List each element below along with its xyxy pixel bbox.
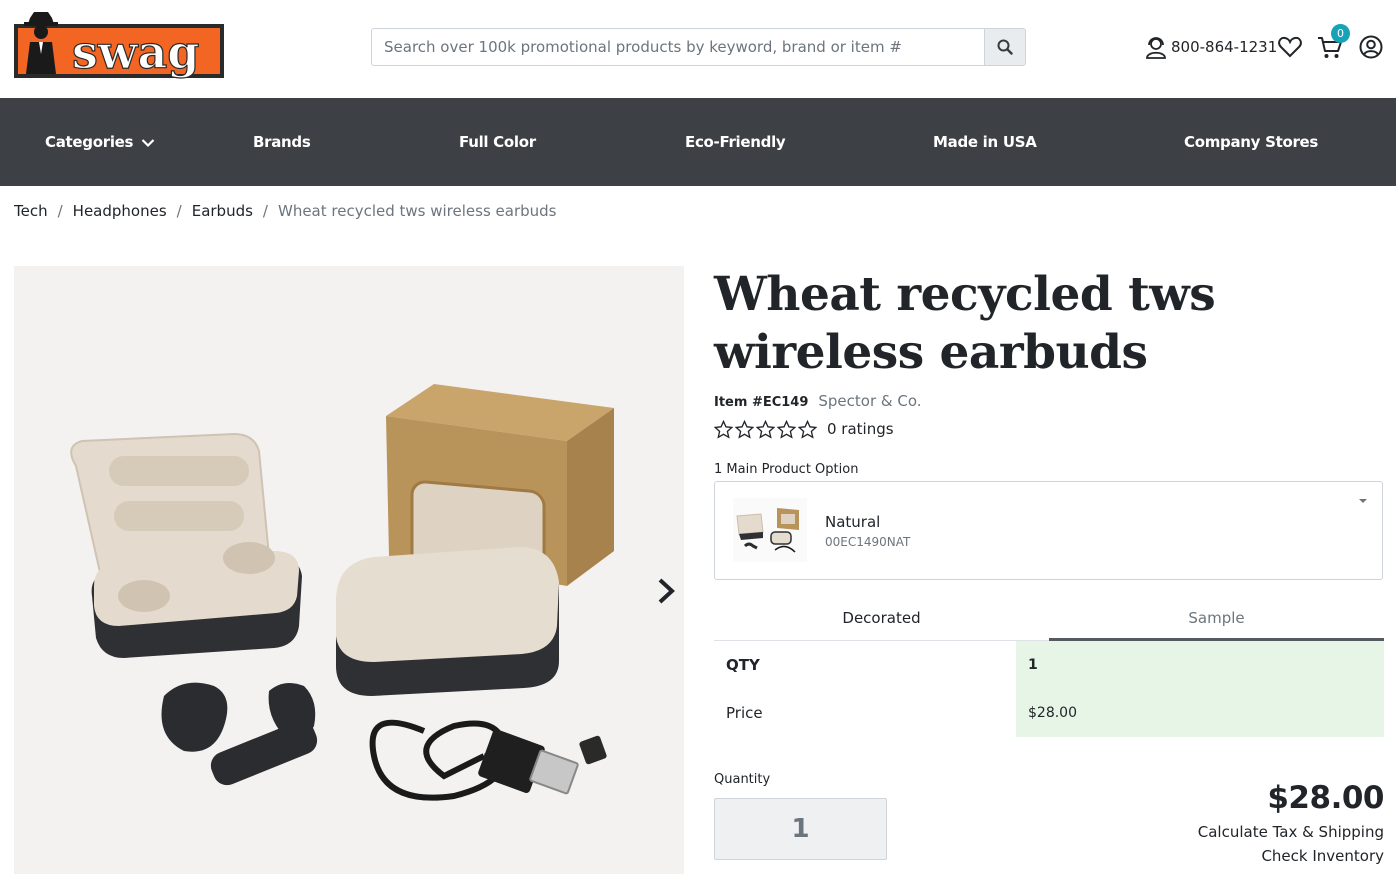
calculate-tax-shipping-link[interactable]: Calculate Tax & Shipping [1198, 823, 1384, 841]
chevron-right-icon[interactable] [654, 576, 678, 606]
breadcrumb-separator: / [262, 202, 268, 220]
breadcrumb-link-headphones[interactable]: Headphones [73, 202, 167, 220]
star-empty-icon [777, 419, 796, 439]
table-row: QTY 1 [714, 641, 1384, 689]
price-header: Price [726, 704, 763, 722]
main-nav: Categories Brands Full Color Eco-Friendl… [0, 98, 1396, 186]
product-image[interactable] [14, 266, 684, 874]
product-option-select[interactable]: Natural 00EC1490NAT [714, 481, 1383, 580]
item-number: Item #EC149 [714, 395, 809, 410]
ratings-count: 0 ratings [827, 420, 894, 438]
search-icon [997, 39, 1013, 55]
search-button[interactable] [984, 28, 1026, 66]
chevron-down-icon [141, 138, 155, 147]
star-empty-icon [714, 419, 733, 439]
option-thumbnail [733, 498, 807, 562]
nav-categories-label: Categories [45, 133, 134, 151]
swag-logo[interactable]: swag [14, 10, 224, 80]
nav-categories[interactable]: Categories [45, 98, 155, 186]
star-empty-icon [756, 419, 775, 439]
product-title-line-1: Wheat recycled tws [714, 267, 1216, 322]
tab-decorated[interactable]: Decorated [714, 598, 1049, 641]
nav-brands[interactable]: Brands [253, 98, 311, 186]
heart-icon[interactable] [1277, 34, 1303, 60]
nav-eco-friendly[interactable]: Eco-Friendly [685, 98, 786, 186]
breadcrumb-link-earbuds[interactable]: Earbuds [192, 202, 253, 220]
search-bar [371, 28, 1026, 66]
table-row: Price $28.00 [714, 689, 1384, 737]
brand-name[interactable]: Spector & Co. [818, 392, 921, 410]
phone-link[interactable]: 800-864-1231 [1145, 34, 1277, 60]
caret-down-icon [1359, 499, 1367, 503]
breadcrumb: Tech / Headphones / Earbuds / Wheat recy… [14, 200, 557, 222]
breadcrumb-link-tech[interactable]: Tech [14, 202, 48, 220]
quantity-label: Quantity [714, 772, 771, 787]
nav-company-stores[interactable]: Company Stores [1184, 98, 1318, 186]
star-empty-icon [735, 419, 754, 439]
option-code: 00EC1490NAT [825, 535, 911, 549]
cart-count-badge: 0 [1331, 24, 1350, 43]
breadcrumb-current: Wheat recycled tws wireless earbuds [277, 202, 557, 220]
option-name: Natural [825, 513, 881, 531]
rating[interactable]: 0 ratings [714, 418, 894, 440]
product-title-line-2: wireless earbuds [714, 325, 1148, 380]
star-empty-icon [798, 419, 817, 439]
breadcrumb-separator: / [176, 202, 182, 220]
qty-value: 1 [1016, 641, 1384, 689]
check-inventory-link[interactable]: Check Inventory [1261, 847, 1384, 865]
logo-text: swag [72, 25, 199, 79]
quantity-input[interactable] [714, 798, 887, 860]
total-price: $28.00 [1267, 780, 1384, 816]
product-option-label: 1 Main Product Option [714, 462, 859, 477]
pricing-tabs: Decorated Sample [714, 598, 1384, 641]
pricing-table: QTY 1 Price $28.00 [714, 641, 1384, 737]
breadcrumb-separator: / [57, 202, 63, 220]
phone-number: 800-864-1231 [1171, 38, 1278, 56]
nav-full-color[interactable]: Full Color [459, 98, 536, 186]
product-meta: Item #EC149 Spector & Co. [714, 392, 922, 410]
product-title: Wheat recycled tws wireless earbuds [714, 266, 1374, 382]
qty-header: QTY [726, 656, 760, 674]
headset-icon [1146, 37, 1166, 59]
account-icon[interactable] [1358, 34, 1384, 60]
site-header: swag 800-864-1231 0 [0, 0, 1396, 98]
price-value: $28.00 [1016, 689, 1384, 737]
nav-made-in-usa[interactable]: Made in USA [933, 98, 1037, 186]
search-input[interactable] [371, 28, 984, 66]
product-image-gallery [14, 266, 684, 874]
tab-sample[interactable]: Sample [1049, 598, 1384, 641]
